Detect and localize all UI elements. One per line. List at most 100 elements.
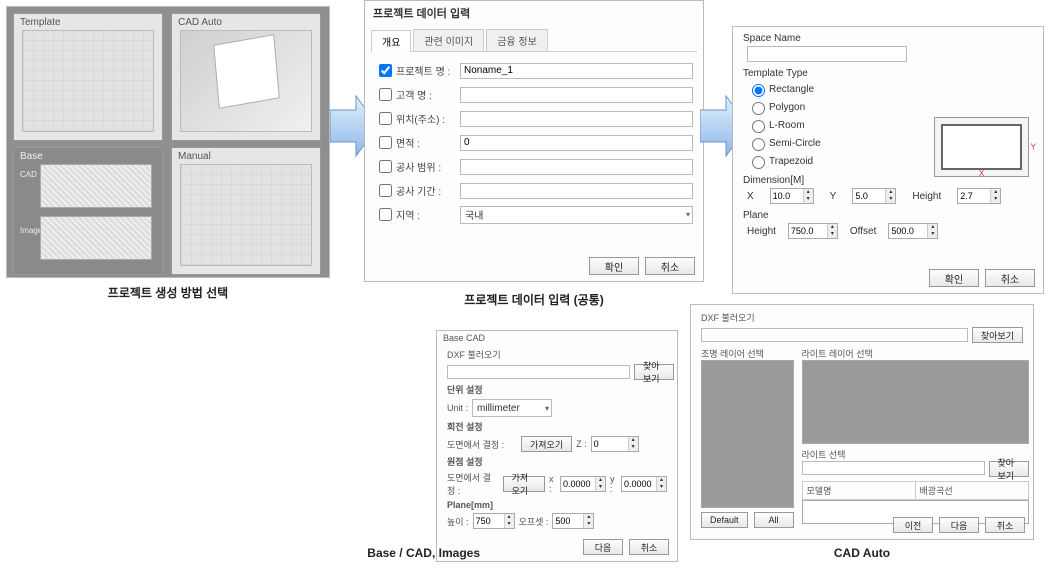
data-entry-ok-button[interactable]: 확인 [589,257,639,275]
spin-down-icon[interactable]: ▾ [583,521,593,528]
ca-light-browse-button[interactable]: 찾아보기 [989,461,1029,477]
bc-dxf-path-input[interactable] [447,365,630,379]
thumb-cad-auto[interactable]: CAD Auto [171,13,321,141]
plane-off-spin[interactable]: ▴▾ [888,223,938,239]
chk-scope[interactable] [379,160,392,173]
spin-up-icon[interactable]: ▴ [885,189,895,196]
input-area[interactable] [460,135,693,151]
input-period[interactable] [460,183,693,199]
bc-oy-input[interactable] [622,477,656,491]
spin-down-icon[interactable]: ▾ [504,521,514,528]
bc-ox-input[interactable] [561,477,595,491]
chk-period[interactable] [379,184,392,197]
spin-up-icon[interactable]: ▴ [990,189,1000,196]
spin-up-icon[interactable]: ▴ [595,477,605,484]
ca-all-button[interactable]: All [754,512,794,528]
bc-ph-input[interactable] [474,514,504,528]
dim-x-label: X [747,191,754,202]
bc-ox-lbl: x : [549,474,556,494]
space-name-input[interactable] [747,46,907,62]
bc-orig-pick-button[interactable]: 가져오기 [503,476,545,492]
chk-client[interactable] [379,88,392,101]
radio-trap[interactable] [752,156,765,169]
ca-zone-list[interactable] [701,360,794,508]
dim-y-spin[interactable]: ▴▾ [852,188,896,204]
preview-x-label: X [979,169,984,178]
ca-next-button[interactable]: 다음 [939,517,979,533]
spin-up-icon[interactable]: ▴ [628,437,638,444]
spin-down-icon[interactable]: ▾ [885,196,895,203]
chk-project-name[interactable] [379,64,392,77]
chk-addr[interactable] [379,112,392,125]
spin-up-icon[interactable]: ▴ [583,514,593,521]
chk-region[interactable] [379,208,392,221]
thumb-template[interactable]: Template [13,13,163,141]
input-project-name[interactable] [460,63,693,79]
bc-po-input[interactable] [553,514,583,528]
spin-down-icon[interactable]: ▾ [628,444,638,451]
bc-next-button[interactable]: 다음 [583,539,623,555]
ca-light-sel-input[interactable] [802,461,985,475]
spin-up-icon[interactable]: ▴ [803,189,813,196]
bc-rot-pick-button[interactable]: 가져오기 [521,436,572,452]
bc-ph-spin[interactable]: ▴▾ [473,513,515,529]
ca-cancel-button[interactable]: 취소 [985,517,1025,533]
spin-up-icon[interactable]: ▴ [504,514,514,521]
ca-dxf-path-input[interactable] [701,328,968,342]
dim-h-spin[interactable]: ▴▾ [957,188,1001,204]
lbl-area: 면적 : [396,135,460,150]
ca-prev-button[interactable]: 이전 [893,517,933,533]
input-scope[interactable] [460,159,693,175]
bc-unit-value: millimeter [477,403,520,414]
template-type-label: Template Type [743,68,1033,79]
thumb-manual[interactable]: Manual [171,147,321,275]
dim-h-input[interactable] [958,189,990,203]
spin-down-icon[interactable]: ▾ [656,484,666,491]
spin-up-icon[interactable]: ▴ [827,224,837,231]
ca-light-label: 라이트 레이어 선택 [802,347,1029,360]
tab-finance[interactable]: 금융 정보 [486,29,548,51]
plane-h-spin[interactable]: ▴▾ [788,223,838,239]
input-client[interactable] [460,87,693,103]
radio-lroom[interactable] [752,120,765,133]
data-entry-cancel-button[interactable]: 취소 [645,257,695,275]
bc-cancel-button[interactable]: 취소 [629,539,669,555]
bc-oy-spin[interactable]: ▴▾ [621,476,667,492]
thumb-base-cad-tag: CAD [20,170,37,179]
spin-up-icon[interactable]: ▴ [656,477,666,484]
input-addr[interactable] [460,111,693,127]
spin-down-icon[interactable]: ▾ [803,196,813,203]
bc-z-input[interactable] [592,437,628,451]
cad-auto-dialog: DXF 불러오기 찾아보기 조명 레이어 선택 Default All 라이트 … [690,304,1034,540]
spin-down-icon[interactable]: ▾ [990,196,1000,203]
combo-region[interactable]: 국내 ▾ [460,206,693,224]
spin-up-icon[interactable]: ▴ [927,224,937,231]
spin-down-icon[interactable]: ▾ [595,484,605,491]
bc-unit-combo[interactable]: millimeter ▾ [472,399,552,417]
dim-x-spin[interactable]: ▴▾ [770,188,814,204]
bc-browse-button[interactable]: 찾아보기 [634,364,674,380]
thumb-base-image-tag: Image [20,226,42,235]
radio-semi[interactable] [752,138,765,151]
spin-down-icon[interactable]: ▾ [927,231,937,238]
base-cad-dialog: Base CAD DXF 불러오기 찾아보기 단위 설정 Unit : mill… [436,330,678,562]
space-ok-button[interactable]: 확인 [929,269,979,287]
ca-light-list[interactable] [802,360,1029,444]
spin-down-icon[interactable]: ▾ [827,231,837,238]
tab-images[interactable]: 관련 이미지 [413,29,484,51]
radio-poly[interactable] [752,102,765,115]
plane-h-input[interactable] [789,224,827,238]
dim-x-input[interactable] [771,189,803,203]
bc-z-spin[interactable]: ▴▾ [591,436,639,452]
dim-y-input[interactable] [853,189,885,203]
thumb-base[interactable]: Base CAD Image [13,147,163,275]
ca-browse-button[interactable]: 찾아보기 [972,327,1023,343]
plane-off-input[interactable] [889,224,927,238]
space-cancel-button[interactable]: 취소 [985,269,1035,287]
bc-po-spin[interactable]: ▴▾ [552,513,594,529]
radio-rect[interactable] [752,84,765,97]
tab-overview[interactable]: 개요 [371,30,411,52]
ca-default-button[interactable]: Default [701,512,748,528]
chk-area[interactable] [379,136,392,149]
bc-ox-spin[interactable]: ▴▾ [560,476,606,492]
